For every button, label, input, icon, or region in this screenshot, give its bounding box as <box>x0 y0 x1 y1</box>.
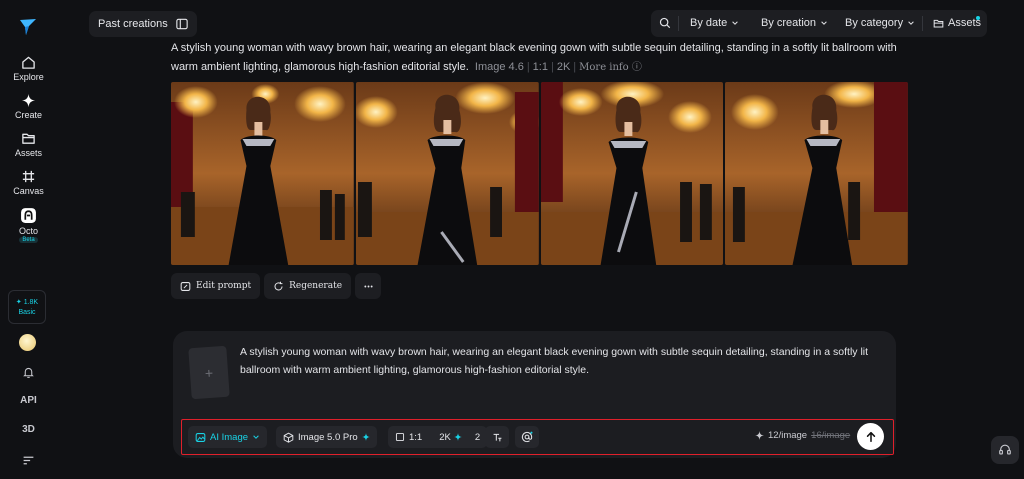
cost-value: 12/image <box>768 430 808 441</box>
credits-icon <box>755 431 764 440</box>
mention-button[interactable] <box>515 426 539 448</box>
credits-badge[interactable]: ✦ 1.8K Basic <box>8 290 46 324</box>
cube-icon <box>283 432 294 443</box>
divider <box>678 16 679 31</box>
result-resolution: 2K <box>556 61 571 73</box>
canvas-icon <box>22 170 35 183</box>
filter-by-date[interactable]: By date <box>690 17 739 29</box>
filter-by-creation[interactable]: By creation <box>761 17 828 29</box>
3d-link[interactable]: 3D <box>0 424 57 435</box>
filter-label: By creation <box>761 17 817 29</box>
result-prompt: A stylish young woman with wavy brown ha… <box>171 39 911 77</box>
edit-prompt-label: Edit prompt <box>196 281 252 291</box>
aspect-ratio-icon <box>395 432 405 442</box>
filter-label: By date <box>690 17 728 29</box>
filter-by-category[interactable]: By category <box>845 17 915 29</box>
sidebar-item-label: Create <box>14 110 42 120</box>
sidebar-item-assets[interactable]: Assets <box>0 131 57 158</box>
divider <box>922 16 923 31</box>
credits-amount: ✦ 1.8K <box>15 299 39 306</box>
generate-button[interactable] <box>857 423 884 450</box>
panel-toggle-icon[interactable] <box>176 18 188 30</box>
api-link[interactable]: API <box>0 395 57 406</box>
ratio-label: 1:1 <box>409 431 423 443</box>
sidebar-item-create[interactable]: Create <box>0 93 57 120</box>
chevron-down-icon <box>253 435 259 439</box>
refresh-icon <box>274 281 283 290</box>
more-options-button[interactable] <box>355 273 382 299</box>
filter-bar: By date By creation By category Assets <box>651 10 987 37</box>
sidebar-item-label: Octo <box>18 226 38 236</box>
mode-label: AI Image <box>210 431 249 443</box>
filter-label: By category <box>845 17 904 29</box>
app-logo-icon[interactable] <box>18 17 38 37</box>
sparkle-icon <box>21 93 36 108</box>
sidebar-item-octo[interactable]: Octo Beta <box>0 207 57 243</box>
new-dot-badge <box>976 16 980 20</box>
search-icon[interactable] <box>659 17 671 29</box>
chevron-down-icon <box>732 21 739 25</box>
sparkle-icon <box>361 433 370 441</box>
text-format-icon <box>493 433 501 441</box>
headset-icon <box>999 444 1011 455</box>
octo-icon <box>21 208 36 223</box>
avatar[interactable] <box>19 334 36 351</box>
plus-icon: + <box>204 364 214 381</box>
generated-image[interactable] <box>540 82 724 265</box>
prompt-input[interactable]: A stylish young woman with wavy brown ha… <box>240 343 885 379</box>
result-meta: Image 4.6 | 1:1 | 2K | More info ⓘ <box>474 61 642 73</box>
model-label: Image 5.0 Pro <box>298 431 358 443</box>
result-ratio: 1:1 <box>532 61 548 73</box>
image-settings-selector[interactable]: 1:1 2K 2 <box>388 426 488 448</box>
sidebar: Explore Create Assets Canvas Octo Beta ✦… <box>0 0 57 479</box>
sidebar-item-label: Canvas <box>13 186 44 196</box>
generated-image[interactable] <box>725 82 908 265</box>
edit-prompt-button[interactable]: Edit prompt <box>171 273 261 299</box>
add-reference-image-button[interactable]: + <box>188 345 230 400</box>
more-info-link[interactable]: More info ⓘ <box>579 62 642 73</box>
plan-label: Basic <box>18 309 36 316</box>
generated-image[interactable] <box>171 82 354 265</box>
result-model: Image 4.6 <box>474 61 524 73</box>
model-selector[interactable]: Image 5.0 Pro <box>276 426 377 448</box>
support-chat-button[interactable] <box>991 436 1019 464</box>
home-icon <box>22 56 35 69</box>
ellipsis-icon <box>363 285 373 287</box>
text-style-button[interactable] <box>485 426 509 448</box>
filter-assets[interactable]: Assets <box>933 17 981 29</box>
regenerate-button[interactable]: Regenerate <box>264 273 352 299</box>
generated-images-grid <box>171 82 908 265</box>
sidebar-item-canvas[interactable]: Canvas <box>0 169 57 196</box>
past-creations-label: Past creations <box>98 18 168 30</box>
chevron-down-icon <box>821 21 827 25</box>
generation-cost: 12/image 16/image <box>755 430 850 441</box>
chevron-down-icon <box>908 21 914 25</box>
folder-icon <box>933 19 944 28</box>
edit-icon <box>180 281 191 291</box>
at-sign-icon <box>521 431 533 443</box>
sidebar-item-label: Explore <box>13 72 44 82</box>
resolution-label: 2K <box>439 432 462 443</box>
regenerate-label: Regenerate <box>289 281 343 291</box>
notification-bell-icon[interactable] <box>19 363 37 381</box>
sidebar-item-explore[interactable]: Explore <box>0 55 57 82</box>
beta-badge: Beta <box>19 237 38 243</box>
sparkle-icon <box>453 433 462 441</box>
result-actions: Edit prompt Regenerate <box>171 273 382 299</box>
arrow-up-icon <box>866 431 875 442</box>
menu-icon[interactable] <box>19 451 37 469</box>
past-creations-button[interactable]: Past creations <box>89 11 197 37</box>
image-icon <box>195 432 206 442</box>
sidebar-item-label: Assets <box>14 148 42 158</box>
original-cost-value: 16/image <box>811 430 851 441</box>
folder-icon <box>22 133 35 144</box>
generated-image[interactable] <box>355 82 539 265</box>
image-count-label: 2 <box>474 431 481 443</box>
mode-selector[interactable]: AI Image <box>188 426 268 448</box>
